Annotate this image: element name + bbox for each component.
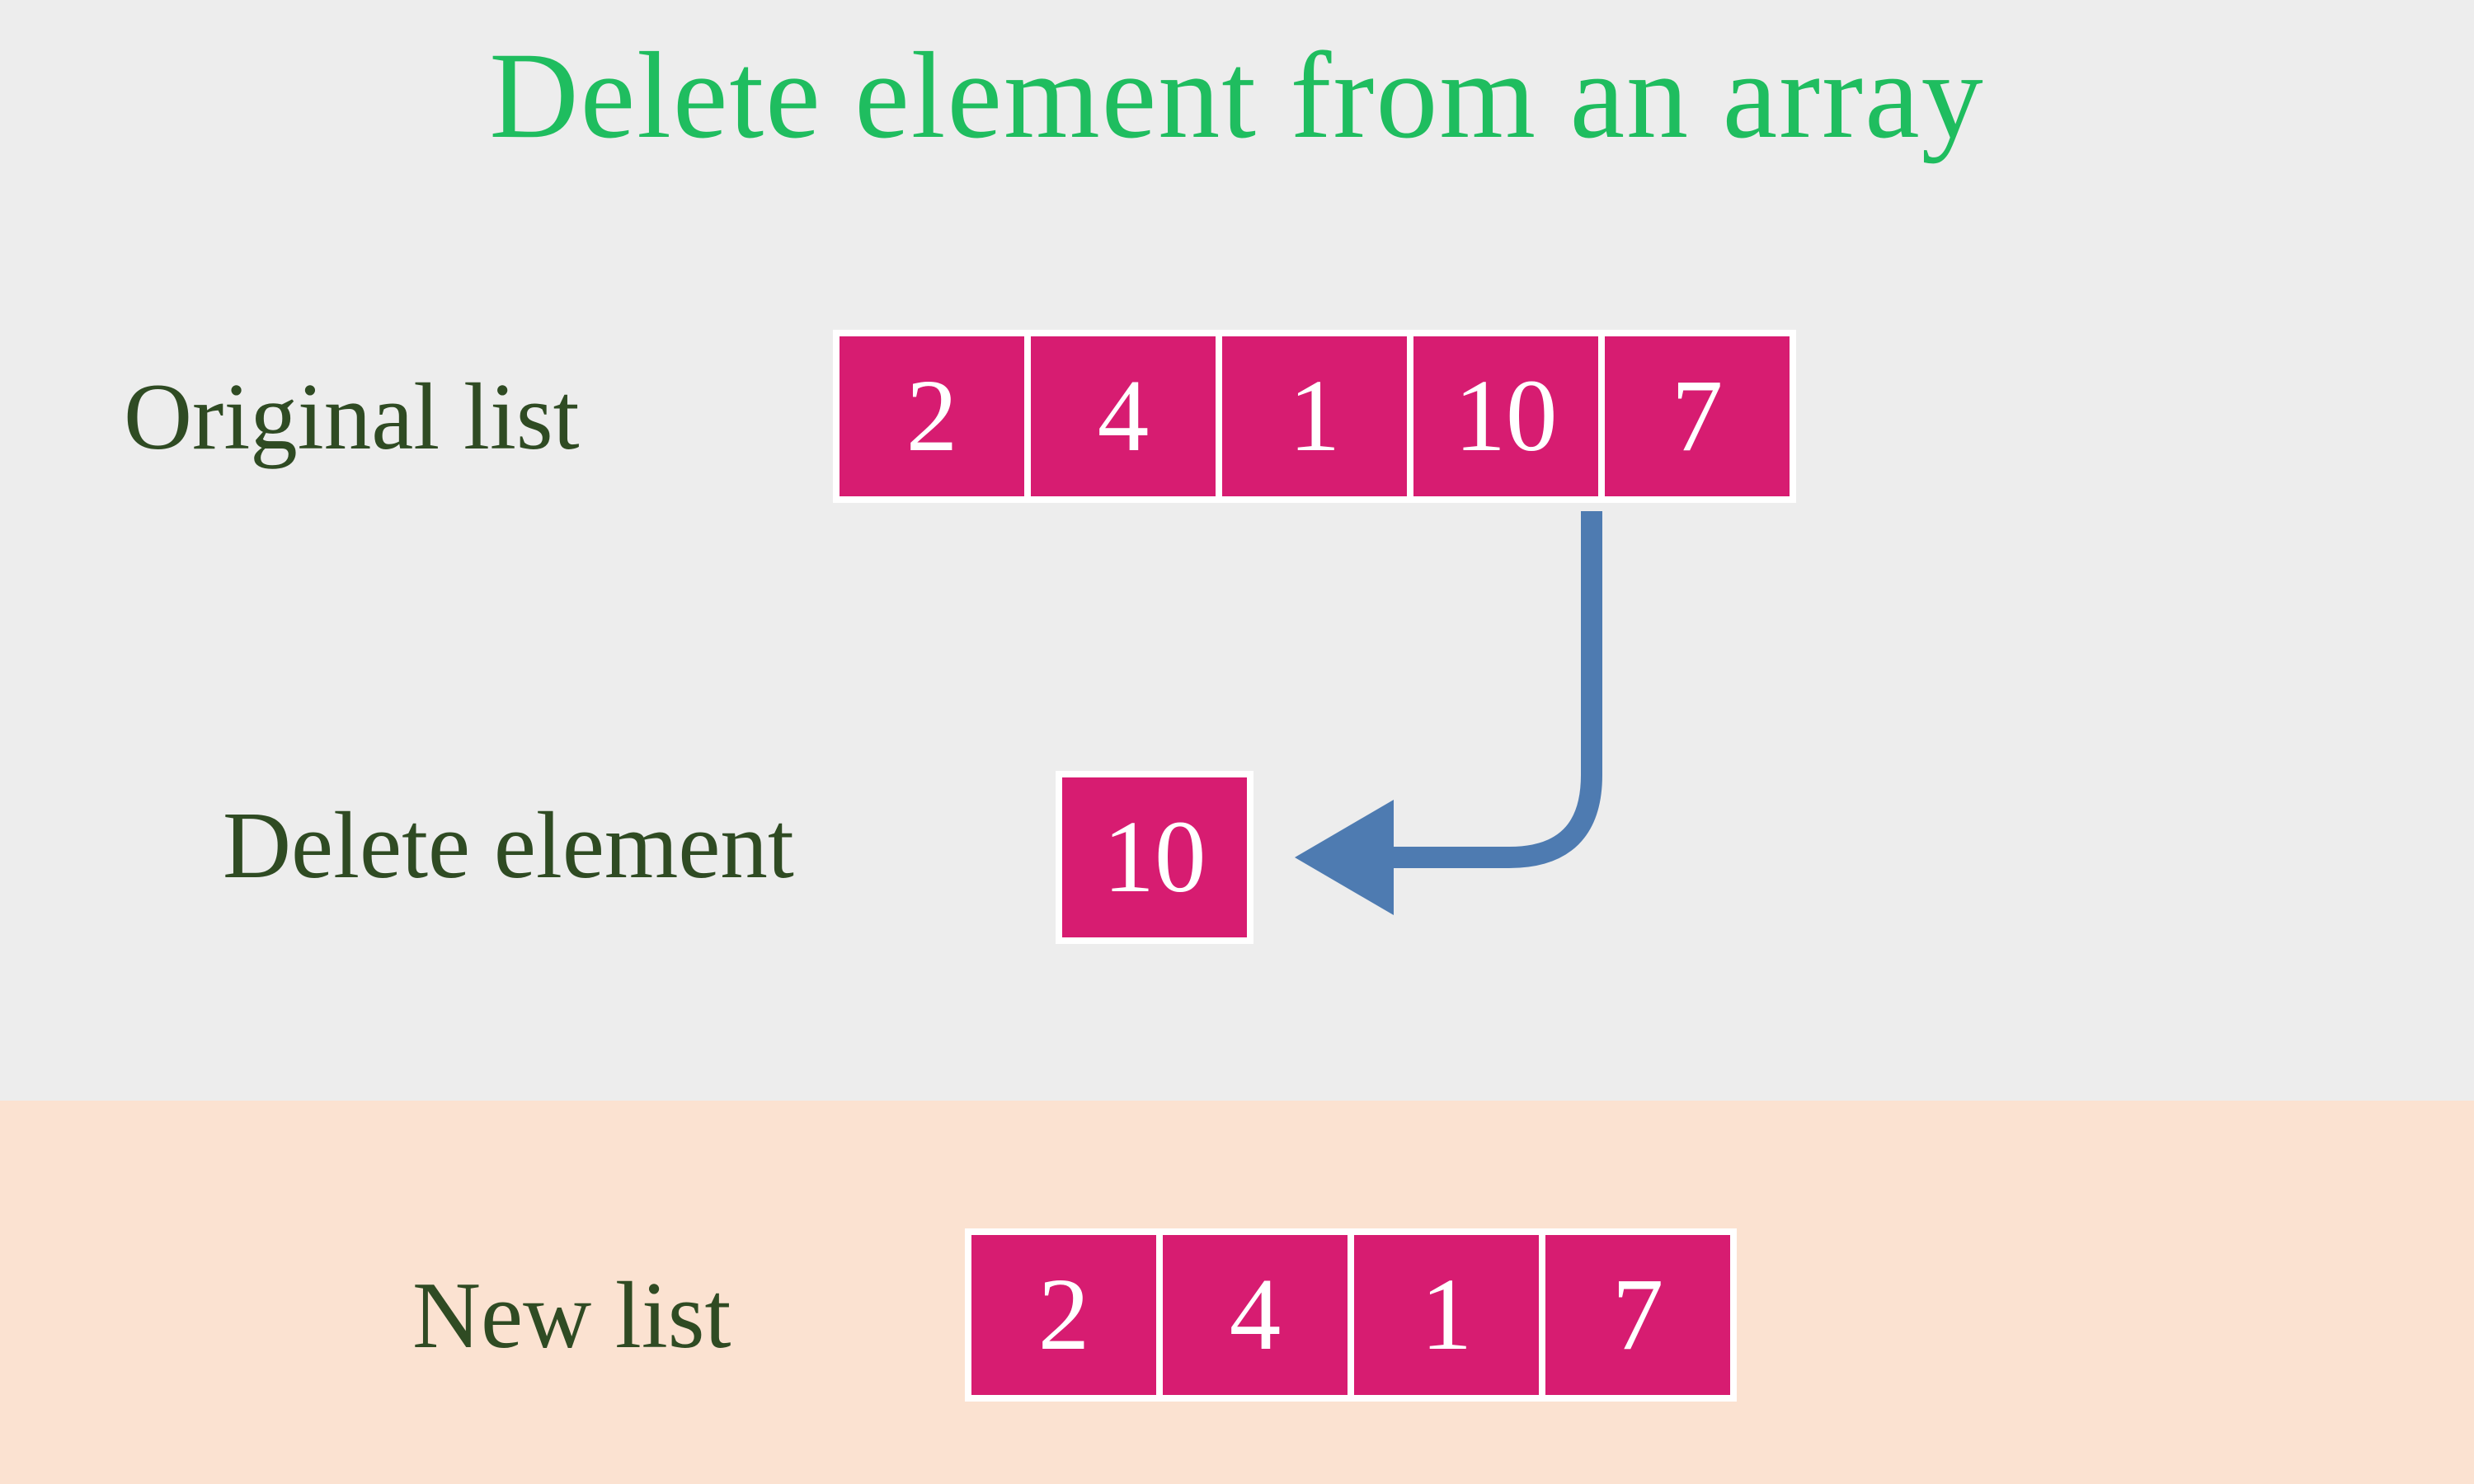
original-list-row: 2 4 1 10 7 (833, 330, 1796, 503)
array-cell: 1 (1216, 330, 1413, 503)
array-cell: 10 (1407, 330, 1605, 503)
delete-element-row: 10 (1056, 771, 1253, 944)
array-cell: 10 (1056, 771, 1253, 944)
diagram-title: Delete element from an array (0, 25, 2474, 167)
label-new-list: New list (412, 1261, 731, 1370)
array-cell: 7 (1598, 330, 1796, 503)
label-delete-element: Delete element (223, 791, 794, 900)
array-cell: 4 (1156, 1228, 1354, 1402)
array-cell: 1 (1348, 1228, 1545, 1402)
array-cell: 2 (965, 1228, 1163, 1402)
new-list-row: 2 4 1 7 (965, 1228, 1737, 1402)
diagram-canvas: Delete element from an array Original li… (0, 0, 2474, 1484)
arrow-icon (1270, 495, 1748, 923)
array-cell: 2 (833, 330, 1031, 503)
array-cell: 7 (1539, 1228, 1737, 1402)
array-cell: 4 (1024, 330, 1222, 503)
label-original-list: Original list (124, 363, 580, 472)
